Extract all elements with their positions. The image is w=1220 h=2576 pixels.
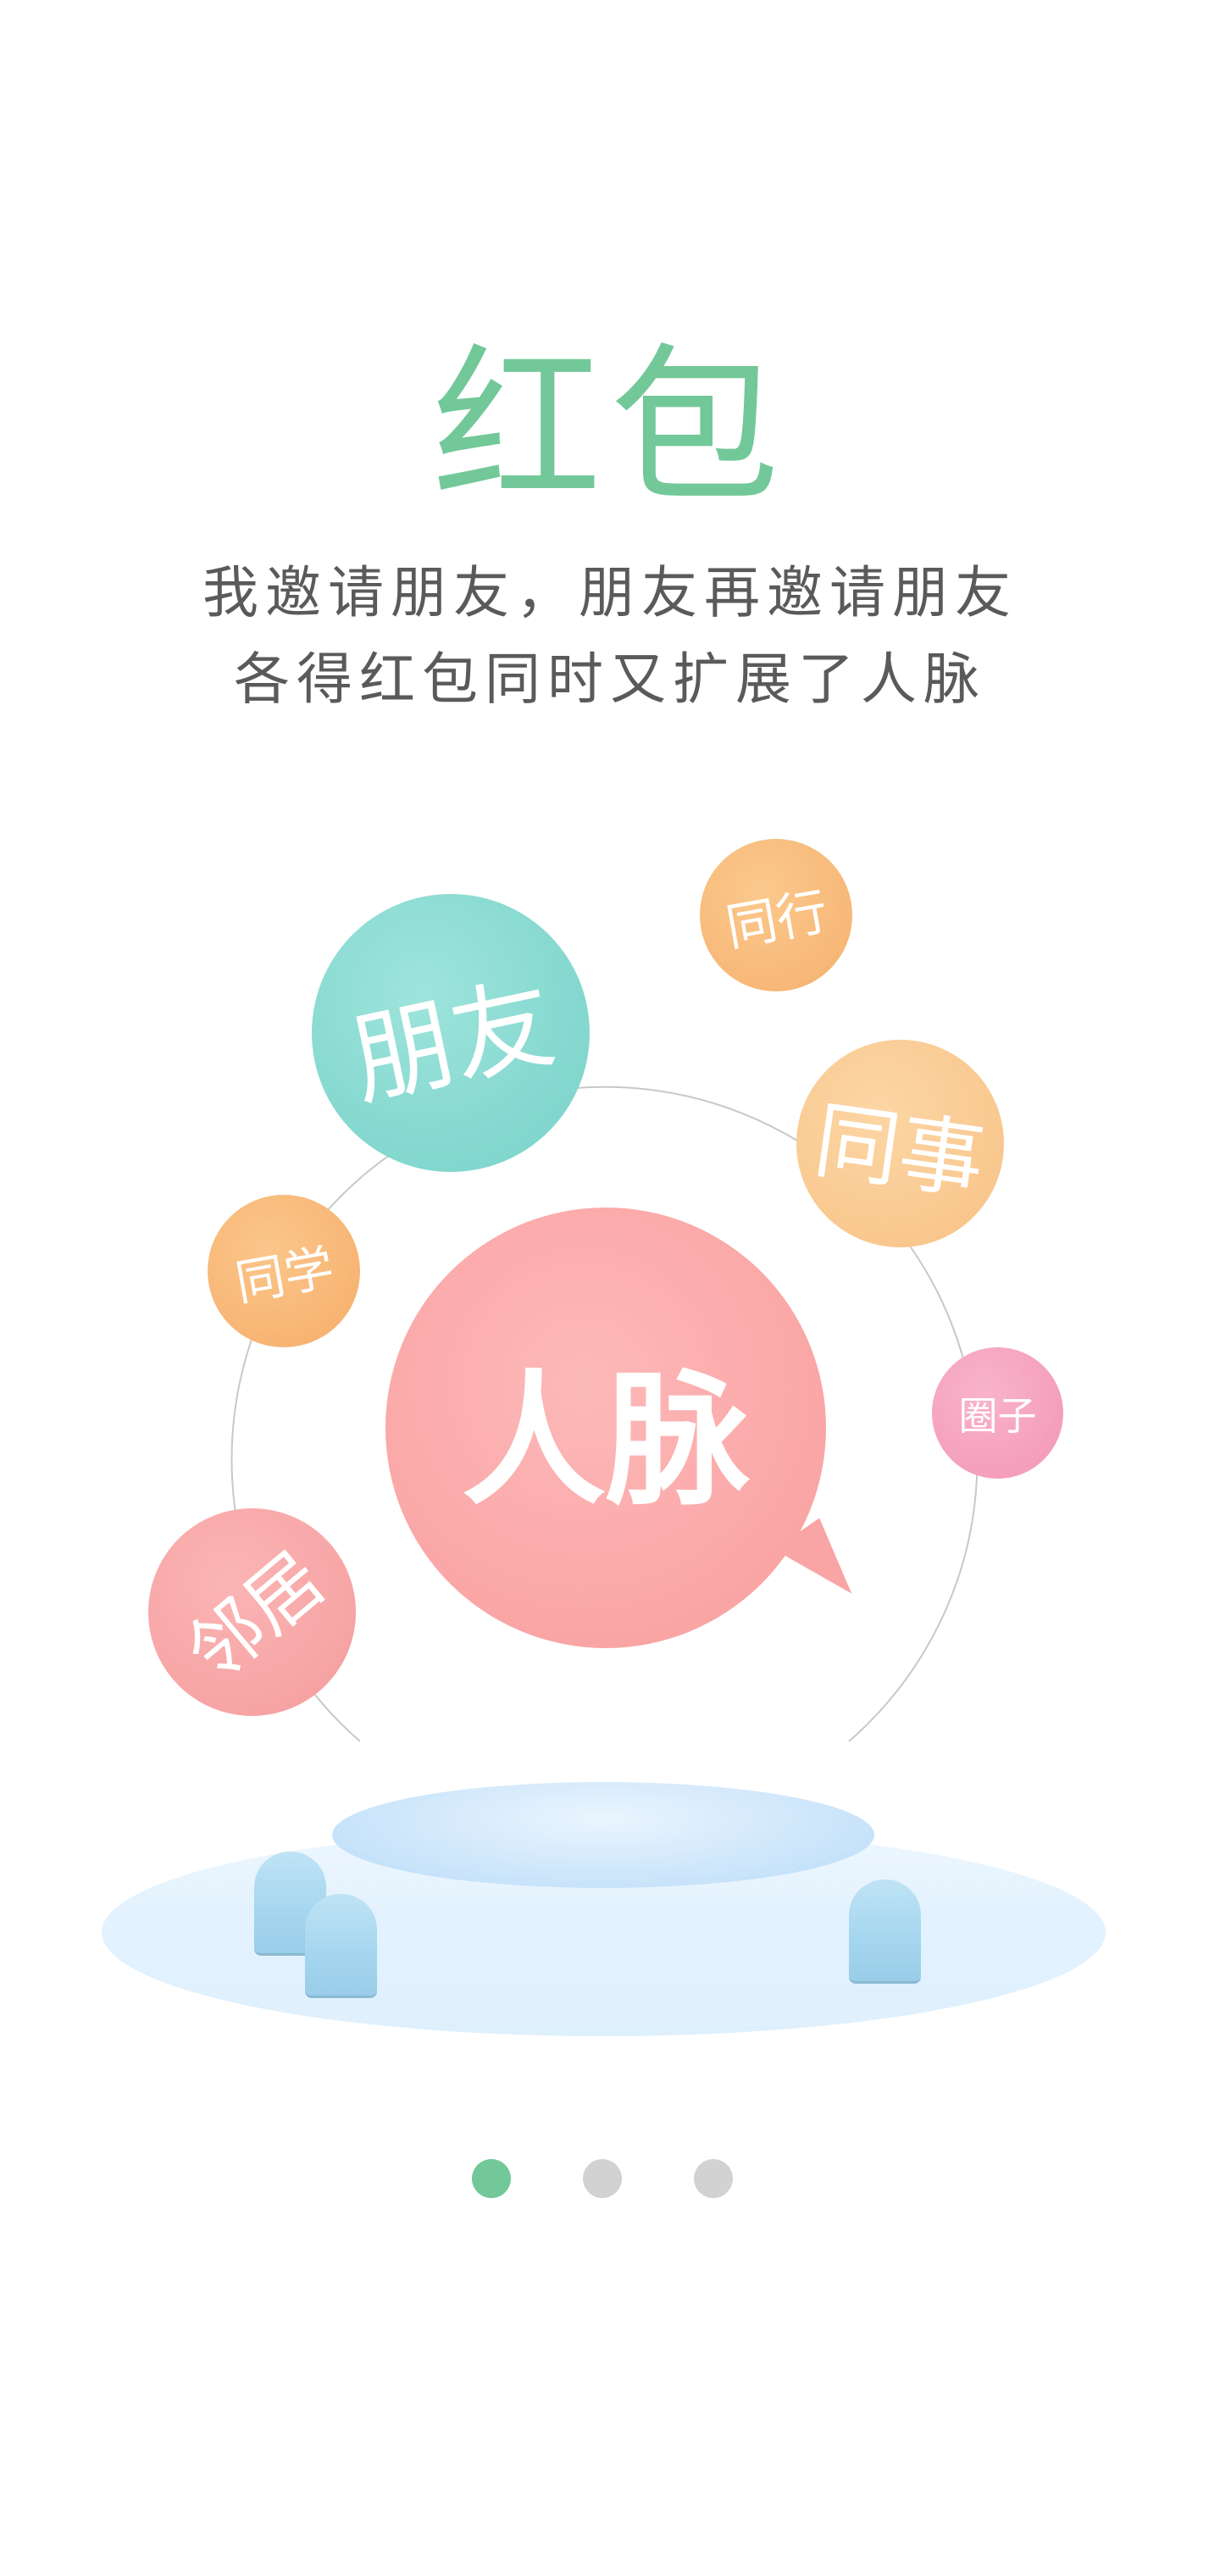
bubble-colleague: 同事: [796, 1040, 1004, 1247]
bubble-classmate-label: 同学: [230, 1238, 338, 1313]
page-indicator: [0, 2159, 1220, 2200]
decor-cone: [305, 1894, 377, 1998]
bubble-neighbor-label: 邻居: [170, 1535, 341, 1698]
onboarding-page: 红包 我邀请朋友，朋友再邀请朋友 各得红包同时又扩展了人脉 朋友 同行 同事 同…: [0, 0, 1220, 2576]
bubble-friend-label: 朋友: [341, 963, 565, 1122]
page-title: 红包: [431, 329, 788, 526]
decor-cone: [849, 1879, 921, 1984]
bubble-peer-label: 同行: [721, 881, 833, 958]
bubble-classmate: 同学: [208, 1195, 360, 1347]
subtitle-line-1: 我邀请朋友，朋友再邀请朋友: [202, 560, 1018, 625]
bubble-network-label: 人脉: [461, 1357, 750, 1525]
bubble-colleague-label: 同事: [808, 1090, 990, 1213]
network-illustration: 朋友 同行 同事 同学 人脉 圈子 邻居: [0, 763, 1220, 2118]
page-dot-2[interactable]: [583, 2159, 622, 2198]
bubble-circle: 圈子: [932, 1347, 1063, 1479]
bubble-circle-label: 圈子: [958, 1392, 1037, 1439]
pedestal-top: [332, 1782, 874, 1888]
bubble-peer: 同行: [700, 839, 852, 991]
page-dot-3[interactable]: [694, 2159, 733, 2198]
subtitle-line-2: 各得红包同时又扩展了人脉: [234, 647, 986, 712]
page-dot-1[interactable]: [472, 2159, 511, 2198]
bubble-network-center: 人脉: [385, 1208, 826, 1648]
bubble-friend: 朋友: [312, 894, 590, 1172]
bubble-neighbor: 邻居: [148, 1508, 356, 1716]
